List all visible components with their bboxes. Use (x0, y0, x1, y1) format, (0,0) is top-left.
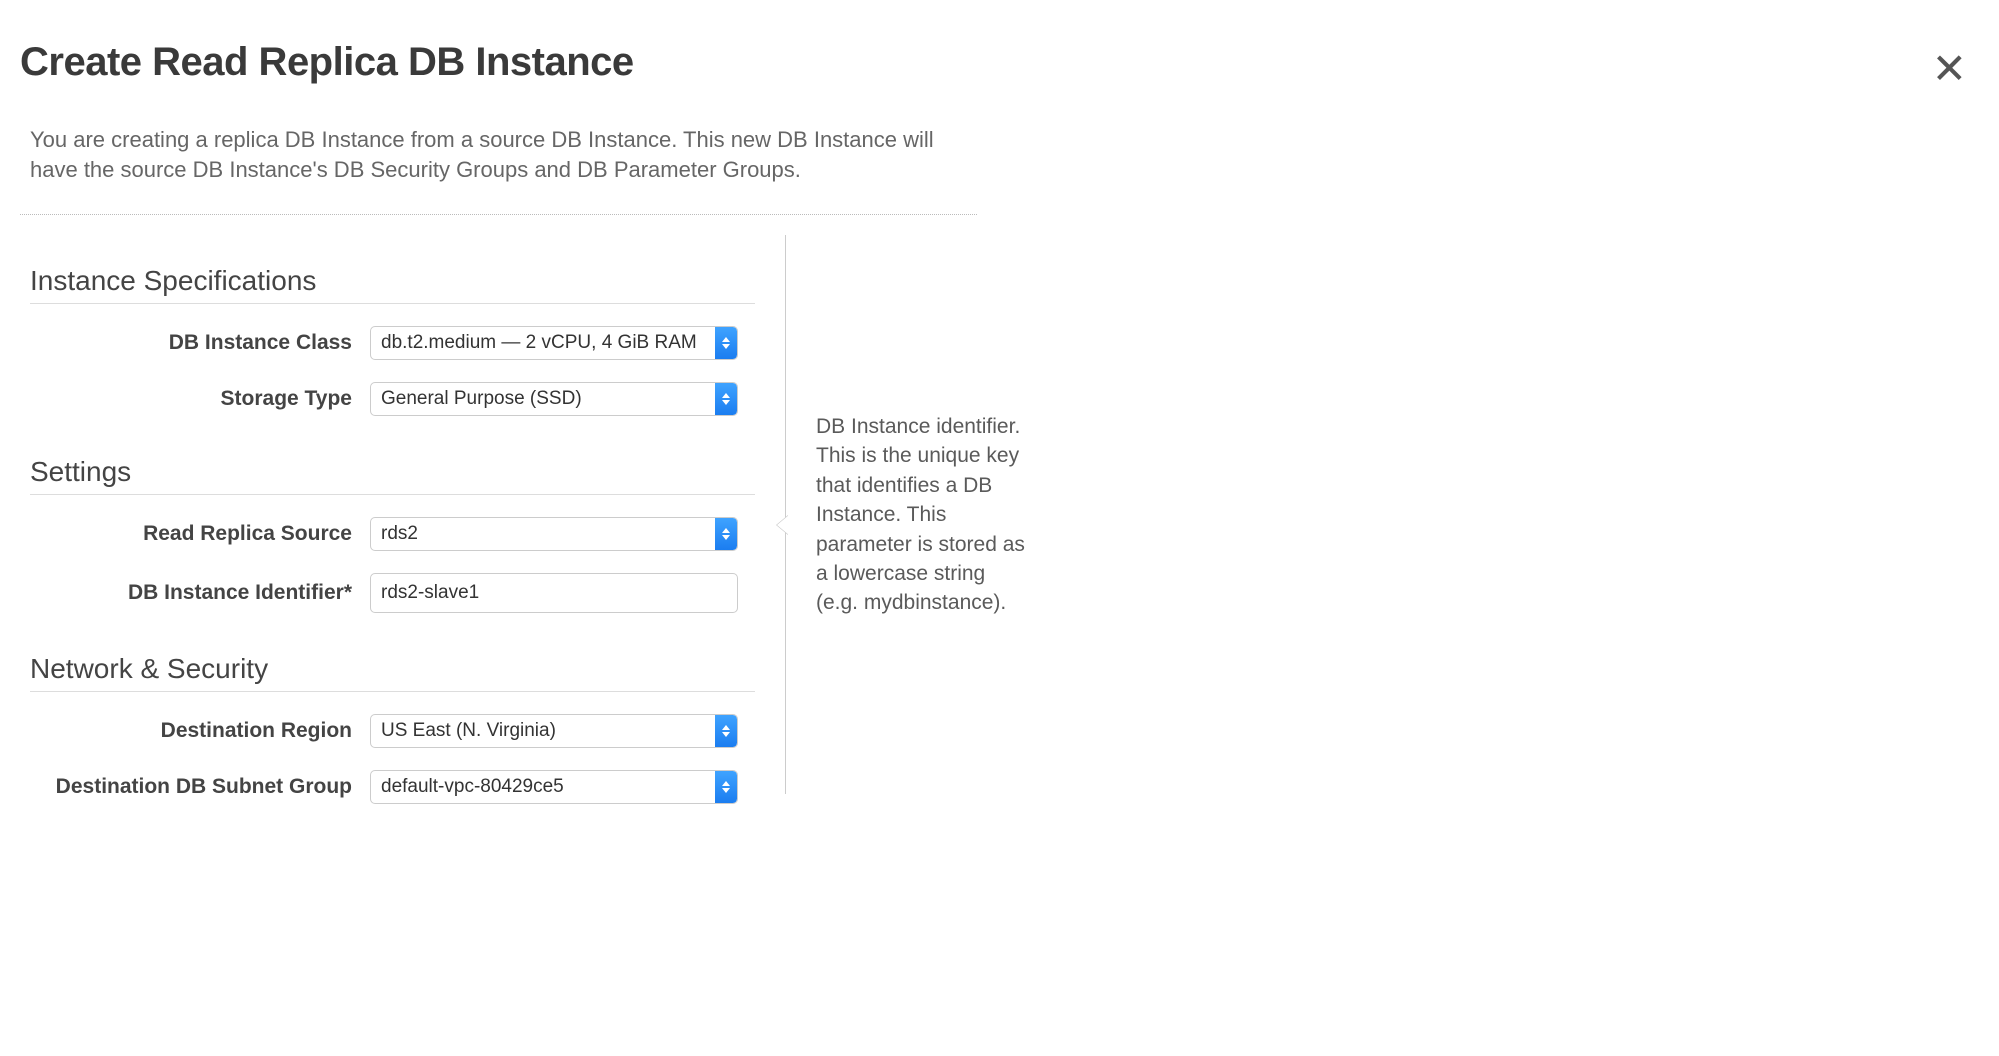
updown-icon (715, 327, 737, 359)
label-db-instance-identifier: DB Instance Identifier* (30, 581, 370, 605)
select-value: rds2 (371, 523, 428, 545)
input-value: rds2-slave1 (371, 582, 489, 604)
select-value: default-vpc-80429ce5 (371, 776, 574, 798)
help-text-db-instance-identifier: DB Instance identifier. This is the uniq… (816, 412, 1026, 618)
section-title-settings: Settings (30, 456, 755, 495)
select-destination-region[interactable]: US East (N. Virginia) (370, 714, 738, 748)
updown-icon (715, 715, 737, 747)
label-db-instance-class: DB Instance Class (30, 331, 370, 355)
dialog-create-read-replica: ✕ Create Read Replica DB Instance You ar… (0, 0, 1999, 1056)
help-column: DB Instance identifier. This is the uniq… (786, 225, 1046, 804)
select-value: General Purpose (SSD) (371, 388, 592, 410)
field-storage-type: Storage Type General Purpose (SSD) (30, 382, 755, 416)
select-read-replica-source[interactable]: rds2 (370, 517, 738, 551)
callout-arrow-icon (776, 515, 788, 535)
updown-icon (715, 383, 737, 415)
section-title-network-security: Network & Security (30, 653, 755, 692)
updown-icon (715, 771, 737, 803)
content-area: Instance Specifications DB Instance Clas… (20, 225, 1979, 804)
select-destination-db-subnet-group[interactable]: default-vpc-80429ce5 (370, 770, 738, 804)
field-destination-region: Destination Region US East (N. Virginia) (30, 714, 755, 748)
select-value: US East (N. Virginia) (371, 720, 566, 742)
select-storage-type[interactable]: General Purpose (SSD) (370, 382, 738, 416)
label-destination-region: Destination Region (30, 719, 370, 743)
label-destination-db-subnet-group: Destination DB Subnet Group (30, 775, 370, 799)
label-storage-type: Storage Type (30, 387, 370, 411)
close-icon[interactable]: ✕ (1932, 48, 1967, 90)
field-db-instance-identifier: DB Instance Identifier* rds2-slave1 (30, 573, 755, 613)
divider (20, 214, 977, 215)
select-value: db.t2.medium — 2 vCPU, 4 GiB RAM (371, 332, 707, 354)
label-read-replica-source: Read Replica Source (30, 522, 370, 546)
field-read-replica-source: Read Replica Source rds2 (30, 517, 755, 551)
field-destination-db-subnet-group: Destination DB Subnet Group default-vpc-… (30, 770, 755, 804)
page-intro: You are creating a replica DB Instance f… (20, 125, 960, 184)
form-column: Instance Specifications DB Instance Clas… (30, 225, 785, 804)
section-title-instance-spec: Instance Specifications (30, 265, 755, 304)
page-title: Create Read Replica DB Instance (20, 40, 1979, 85)
select-db-instance-class[interactable]: db.t2.medium — 2 vCPU, 4 GiB RAM (370, 326, 738, 360)
field-db-instance-class: DB Instance Class db.t2.medium — 2 vCPU,… (30, 326, 755, 360)
input-db-instance-identifier[interactable]: rds2-slave1 (370, 573, 738, 613)
updown-icon (715, 518, 737, 550)
